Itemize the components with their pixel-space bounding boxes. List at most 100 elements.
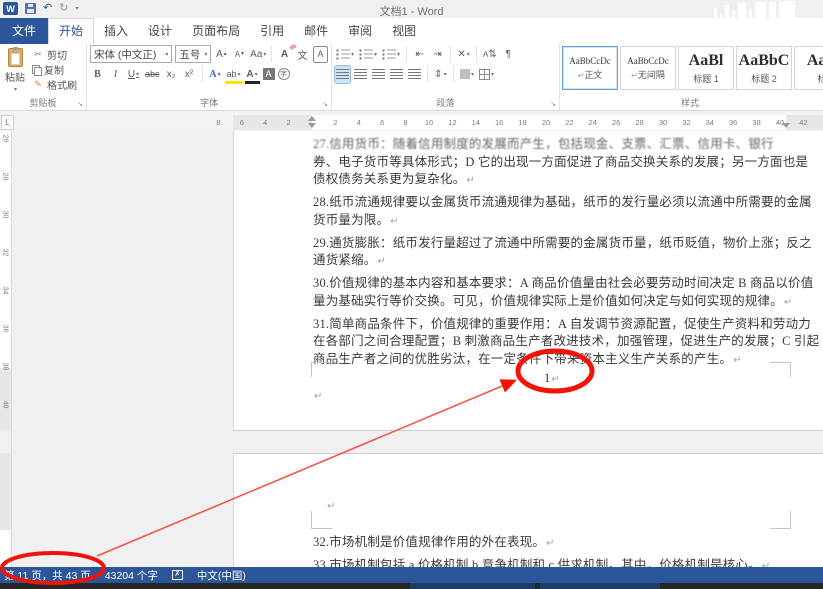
ruler-number: 28 [1, 173, 8, 181]
tab-插入[interactable]: 插入 [94, 18, 138, 44]
strikethrough-button[interactable]: abc [144, 66, 161, 83]
document-line: 债权债务关系更为复杂化。↵ [313, 168, 791, 185]
group-paragraph: ▾ ▾ ▾ ⇤ ⇥ ✕▾ A⇅ ¶ ⇕▾ ▾ [332, 44, 560, 110]
distribute-button[interactable] [407, 66, 422, 83]
ruler-number: 20 [542, 118, 550, 127]
document-line: 32.市场机制是价值规律作用的外在表现。↵ [313, 531, 791, 548]
change-case-button[interactable]: Aa▾ [250, 46, 266, 63]
justify-button[interactable] [389, 66, 404, 83]
bullet-list-icon [336, 49, 350, 60]
taskbar-strip [0, 583, 823, 589]
tab-引用[interactable]: 引用 [250, 18, 294, 44]
text-effects-button[interactable]: A▾ [208, 66, 223, 83]
page-indicator[interactable]: 第 11 页，共 43 页 [4, 568, 91, 583]
align-left-button[interactable] [335, 66, 350, 83]
subscript-button[interactable]: x₂ [164, 66, 179, 83]
italic-button[interactable]: I [108, 66, 123, 83]
tab-邮件[interactable]: 邮件 [294, 18, 338, 44]
align-right-button[interactable] [371, 66, 386, 83]
clear-format-button[interactable]: A [277, 46, 292, 63]
style-card-标题 2[interactable]: AaBbC标题 2 [736, 46, 792, 90]
style-card-正文[interactable]: AaBbCcDc↵正文 [562, 46, 618, 90]
tab-stop-selector[interactable]: L [1, 115, 14, 130]
word-window: W ↶ ↻ ▾ 文档1 - Word 文件 开始插入设计页面布局引用邮件审阅视图… [0, 0, 823, 589]
ruler-number: 26 [612, 118, 620, 127]
format-painter-button[interactable]: ✎ 格式刷 [30, 77, 77, 92]
bullet-list-button[interactable]: ▾ [335, 46, 355, 63]
superscript-button[interactable]: x² [182, 66, 197, 83]
ruler-number: 32 [1, 249, 8, 257]
ruler-number: 14 [472, 118, 480, 127]
ruler-number: 18 [518, 118, 526, 127]
brush-icon: ✎ [32, 79, 44, 90]
first-line-indent-marker[interactable] [308, 116, 316, 121]
style-card-标[interactable]: AaB标 [794, 46, 823, 90]
tab-视图[interactable]: 视图 [382, 18, 426, 44]
highlight-button[interactable]: ab▾ [226, 66, 242, 83]
ruler-number: 42 [799, 118, 807, 127]
increase-indent-button[interactable]: ⇥ [430, 46, 445, 63]
line-spacing-button[interactable]: ⇕▾ [433, 66, 448, 83]
ruler-number: 34 [1, 287, 8, 295]
borders-button[interactable]: ▾ [478, 66, 495, 83]
page-1[interactable]: 27.信用货币：随着信用制度的发展而产生，包括现金、支票、汇票、信用卡、银行券、… [233, 131, 823, 431]
horizontal-ruler[interactable]: 8642246810121416182022242628303234363840… [14, 115, 823, 130]
language-indicator[interactable]: 中文(中国) [197, 568, 246, 583]
multilevel-list-button[interactable]: ▾ [381, 46, 401, 63]
hanging-indent-marker[interactable] [308, 123, 316, 128]
show-marks-button[interactable]: ¶ [501, 46, 516, 63]
tab-file[interactable]: 文件 [0, 18, 48, 44]
shading-button[interactable]: ▾ [459, 66, 475, 83]
font-color-button[interactable]: A▾ [245, 66, 260, 83]
document-title: 文档1 - Word [0, 3, 823, 19]
style-card-无间隔[interactable]: AaBbCcDc↵无间隔 [620, 46, 676, 90]
style-card-标题 1[interactable]: AaBl标题 1 [678, 46, 734, 90]
sort-button[interactable]: A⇅ [482, 46, 498, 63]
tab-开始[interactable]: 开始 [48, 18, 94, 44]
bold-button[interactable]: B [90, 66, 105, 83]
decrease-indent-button[interactable]: ⇤ [412, 46, 427, 63]
align-center-button[interactable] [353, 66, 368, 83]
tab-页面布局[interactable]: 页面布局 [182, 18, 250, 44]
ruler-number: 38 [752, 118, 760, 127]
pilcrow-icon: ↵ [551, 374, 560, 385]
proofing-icon[interactable]: ✗ [172, 570, 183, 580]
dialog-launcher-icon[interactable]: ↘ [550, 100, 556, 108]
page-2[interactable]: 32.市场机制是价值规律作用的外在表现。↵33.市场机制包括 a 价格机制 b … [233, 453, 823, 567]
word-count[interactable]: 43204 个字 [105, 568, 158, 583]
font-size-combo[interactable]: 五号▾ [175, 45, 211, 63]
copy-button[interactable]: 复制 [30, 62, 77, 77]
shrink-font-button[interactable]: A▼ [232, 46, 247, 63]
group-label-styles: 样式 [660, 96, 720, 109]
ribbon-tab-row: 文件 开始插入设计页面布局引用邮件审阅视图 [0, 18, 823, 44]
cjk-layout-button[interactable]: ✕▾ [456, 46, 471, 63]
pilcrow-icon: ↵ [390, 216, 399, 227]
document-area[interactable]: 2628303234363840 27.信用货币：随着信用制度的发展而产生，包括… [0, 131, 823, 567]
paste-button[interactable]: 粘贴 ▾ [0, 44, 30, 93]
margin-corner-mark [770, 362, 791, 378]
ruler-number: 36 [729, 118, 737, 127]
font-family-combo[interactable]: 宋体 (中文正)▾ [90, 45, 172, 63]
vertical-ruler[interactable]: 2628303234363840 [0, 131, 12, 567]
tab-审阅[interactable]: 审阅 [338, 18, 382, 44]
document-line: 1↵ [313, 371, 791, 388]
pilcrow-icon: ↵ [378, 256, 387, 267]
document-line: 31.简单商品条件下，价值规律的重要作用：A 自发调节资源配置，促使生产资料和劳… [313, 313, 791, 330]
distribute-icon [408, 69, 421, 80]
align-center-icon [354, 69, 367, 80]
group-label-font: 字体 [87, 96, 331, 109]
dialog-launcher-icon[interactable]: ↘ [77, 100, 83, 108]
borders-icon [479, 69, 490, 80]
document-line: 商品生产者之间的优胜劣汰，在一定条件下带来资本主义生产关系的产生。↵ [313, 348, 791, 365]
enclose-char-button[interactable]: 字 [278, 68, 290, 80]
char-border-button[interactable]: A [313, 46, 328, 63]
document-line: 在各部门之间合理配置；B 刺激商品生产者改进技术，加强管理，促进生产的发展；C … [313, 330, 791, 347]
char-shading-button[interactable]: A [263, 68, 275, 80]
ruby-guide-button[interactable]: 文 [295, 46, 310, 63]
cut-button[interactable]: ✂ 剪切 [30, 47, 77, 62]
underline-button[interactable]: U▾ [126, 66, 141, 83]
dialog-launcher-icon[interactable]: ↘ [322, 100, 328, 108]
grow-font-button[interactable]: A▲ [214, 46, 229, 63]
numbered-list-button[interactable]: ▾ [358, 46, 378, 63]
tab-设计[interactable]: 设计 [138, 18, 182, 44]
